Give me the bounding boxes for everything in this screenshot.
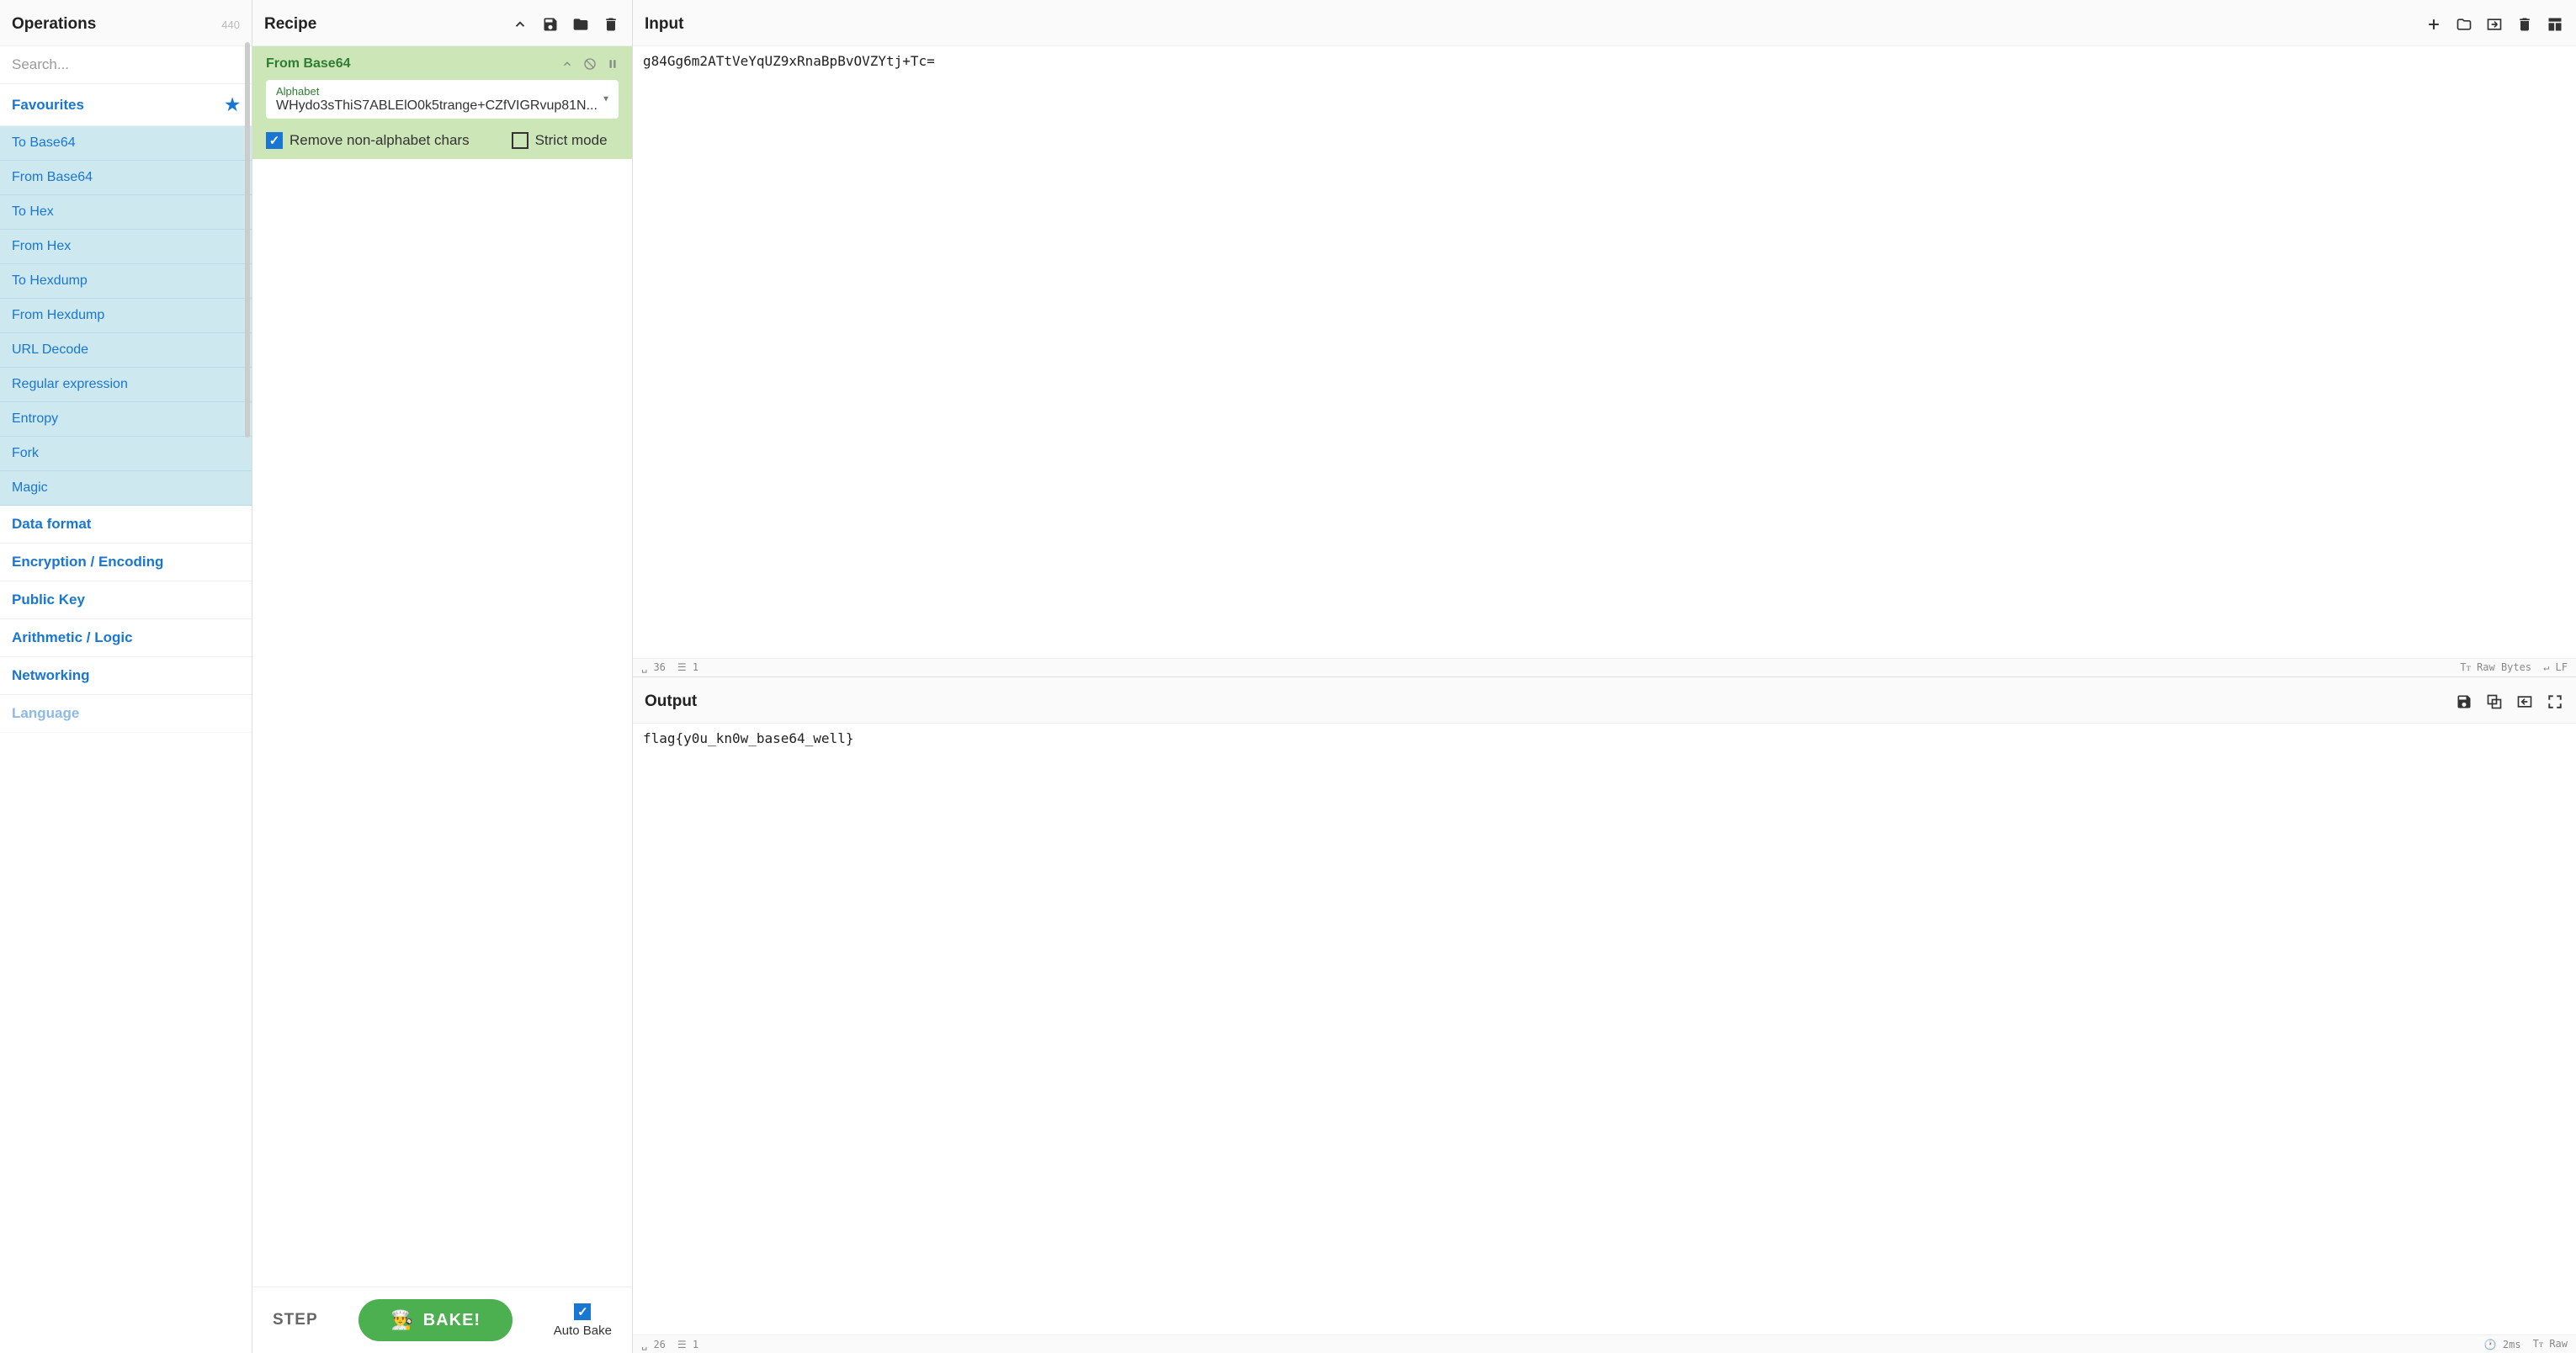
op-item[interactable]: Regular expression — [0, 368, 252, 402]
operations-pane: Operations 440 Favourites ★ To Base64 Fr… — [0, 0, 252, 1353]
folder-icon[interactable] — [571, 15, 590, 34]
alphabet-value: WHydo3sThiS7ABLElO0k5trange+CZfVIGRvup81… — [276, 98, 608, 114]
input-area: Input g84Gg6m2ATtVeYqUZ9xRnaBpBvOVZYtj+T… — [633, 0, 2576, 677]
remove-non-alphabet-checkbox[interactable]: Remove non-alphabet chars — [266, 132, 470, 149]
input-title: Input — [645, 15, 683, 34]
bake-button[interactable]: 👨‍🍳 BAKE! — [359, 1299, 513, 1341]
replace-input-icon[interactable] — [2515, 692, 2534, 711]
output-time: 🕐 2ms — [2484, 1339, 2521, 1350]
recipe-footer: STEP 👨‍🍳 BAKE! Auto Bake — [252, 1287, 632, 1353]
recipe-pane: Recipe From Base64 Alphabet WHydo3sThiS7… — [252, 0, 633, 1353]
open-folder-icon[interactable] — [2455, 15, 2473, 34]
chevron-up-icon[interactable] — [561, 58, 573, 70]
auto-bake-label: Auto Bake — [554, 1324, 612, 1338]
alphabet-label: Alphabet — [276, 85, 608, 98]
category-encryption[interactable]: Encryption / Encoding — [0, 544, 252, 581]
input-status-bar: ␣ 36 ☰ 1 Tᴛ Raw Bytes ↵ LF — [633, 658, 2576, 676]
strict-label: Strict mode — [535, 132, 608, 149]
category-favourites[interactable]: Favourites ★ — [0, 84, 252, 126]
category-arithmetic[interactable]: Arithmetic / Logic — [0, 619, 252, 657]
star-icon: ★ — [225, 94, 240, 115]
checkbox-row: Remove non-alphabet chars Strict mode — [266, 132, 619, 149]
op-item[interactable]: To Base64 — [0, 126, 252, 161]
operation-name: From Base64 — [266, 56, 351, 72]
collapse-icon[interactable] — [511, 15, 529, 34]
checkbox-checked-icon — [266, 132, 283, 149]
disable-icon[interactable] — [583, 57, 597, 71]
operation-icons — [561, 57, 619, 71]
copy-output-icon[interactable] — [2485, 692, 2504, 711]
reset-layout-icon[interactable] — [2546, 15, 2564, 34]
scrollbar[interactable] — [245, 42, 250, 438]
auto-bake-toggle[interactable]: Auto Bake — [554, 1303, 612, 1338]
input-text[interactable]: g84Gg6m2ATtVeYqUZ9xRnaBpBvOVZYtj+Tc= — [633, 46, 2576, 658]
input-eol[interactable]: ↵ LF — [2543, 661, 2568, 673]
add-tab-icon[interactable] — [2425, 15, 2443, 34]
category-language[interactable]: Language — [0, 695, 252, 733]
output-header: Output — [633, 677, 2576, 724]
recipe-header: Recipe — [252, 0, 632, 46]
open-file-icon[interactable] — [2485, 15, 2504, 34]
input-icons — [2425, 15, 2564, 34]
checkbox-checked-icon — [574, 1303, 591, 1320]
category-networking[interactable]: Networking — [0, 657, 252, 695]
chef-icon: 👨‍🍳 — [390, 1309, 414, 1331]
output-encoding[interactable]: Tᴛ Raw — [2533, 1338, 2568, 1350]
op-item[interactable]: From Base64 — [0, 161, 252, 195]
save-icon[interactable] — [541, 15, 560, 34]
bake-label: BAKE! — [423, 1311, 481, 1330]
maximize-icon[interactable] — [2546, 692, 2564, 711]
op-item[interactable]: From Hex — [0, 230, 252, 264]
input-char-count: ␣ 36 — [641, 661, 666, 673]
clear-input-icon[interactable] — [2515, 15, 2534, 34]
output-title: Output — [645, 692, 697, 711]
operations-list[interactable]: Favourites ★ To Base64 From Base64 To He… — [0, 84, 252, 1353]
io-pane: Input g84Gg6m2ATtVeYqUZ9xRnaBpBvOVZYtj+T… — [633, 0, 2576, 1353]
output-icons — [2455, 692, 2564, 711]
output-status-bar: ␣ 26 ☰ 1 🕐 2ms Tᴛ Raw — [633, 1334, 2576, 1353]
op-item[interactable]: From Hexdump — [0, 299, 252, 333]
trash-icon[interactable] — [602, 15, 620, 34]
search-input[interactable] — [0, 46, 252, 84]
input-line-count: ☰ 1 — [677, 661, 698, 673]
output-area: Output flag{y0u_kn0w_base64_well} ␣ 26 ☰… — [633, 677, 2576, 1353]
recipe-title: Recipe — [264, 15, 316, 34]
input-header: Input — [633, 0, 2576, 46]
dropdown-icon[interactable]: ▼ — [602, 95, 610, 104]
step-button[interactable]: STEP — [273, 1311, 318, 1329]
save-output-icon[interactable] — [2455, 692, 2473, 711]
operation-title-row: From Base64 — [266, 56, 619, 72]
input-encoding[interactable]: Tᴛ Raw Bytes — [2460, 661, 2531, 674]
output-line-count: ☰ 1 — [677, 1339, 698, 1350]
recipe-header-icons — [511, 15, 620, 34]
recipe-body: From Base64 Alphabet WHydo3sThiS7ABLElO0… — [252, 46, 632, 1287]
output-text[interactable]: flag{y0u_kn0w_base64_well} — [633, 724, 2576, 1335]
op-item[interactable]: Magic — [0, 471, 252, 506]
op-item[interactable]: To Hex — [0, 195, 252, 230]
category-public-key[interactable]: Public Key — [0, 581, 252, 619]
op-item[interactable]: Fork — [0, 437, 252, 471]
operations-count: 440 — [221, 19, 240, 31]
recipe-operation-block: From Base64 Alphabet WHydo3sThiS7ABLElO0… — [252, 46, 632, 159]
checkbox-unchecked-icon — [512, 132, 528, 149]
operations-header: Operations 440 — [0, 0, 252, 46]
alphabet-field[interactable]: Alphabet WHydo3sThiS7ABLElO0k5trange+CZf… — [266, 80, 619, 119]
pause-icon[interactable] — [607, 58, 619, 70]
strict-mode-checkbox[interactable]: Strict mode — [512, 132, 608, 149]
category-data-format[interactable]: Data format — [0, 506, 252, 544]
favourites-label: Favourites — [12, 97, 84, 114]
operations-title: Operations — [12, 15, 96, 34]
output-char-count: ␣ 26 — [641, 1339, 666, 1350]
op-item[interactable]: To Hexdump — [0, 264, 252, 299]
op-item[interactable]: URL Decode — [0, 333, 252, 368]
remove-label: Remove non-alphabet chars — [289, 132, 470, 149]
op-item[interactable]: Entropy — [0, 402, 252, 437]
